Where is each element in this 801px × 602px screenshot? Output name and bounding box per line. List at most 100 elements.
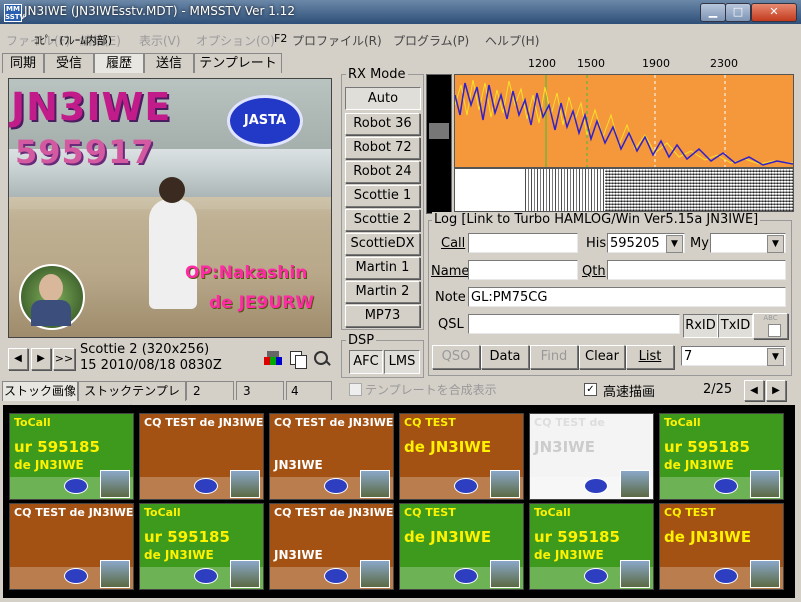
fast-draw-checkbox[interactable]: ✓ [584, 383, 597, 396]
copy-icon[interactable] [289, 350, 307, 369]
thumbnail-logo-icon [714, 478, 738, 494]
rx-mode-scottiedx-button[interactable]: ScottieDX [345, 233, 420, 255]
zoom-icon[interactable] [313, 350, 331, 368]
name-field[interactable] [468, 260, 578, 280]
his-field[interactable]: 595205 ▼ [607, 233, 685, 253]
spectrum-svg [455, 75, 793, 167]
lms-button[interactable]: LMS [384, 350, 420, 374]
tab-sync[interactable]: 同期 [2, 53, 44, 73]
next-image-button[interactable]: ▶ [31, 348, 51, 370]
thumbnail-line1: ToCall [664, 416, 701, 429]
menu-view[interactable]: 表示(V) [139, 32, 181, 49]
context-shortcut-key: F2 [274, 32, 288, 45]
rx-mode-robot36-button[interactable]: Robot 36 [345, 113, 420, 135]
thumbnail-logo-icon [64, 478, 88, 494]
tab-template[interactable]: テンプレート [194, 53, 282, 73]
thumbnail-line1: CQ TEST [404, 416, 456, 429]
thumbnail-line1: ToCall [534, 506, 571, 519]
rx-mode-auto-button[interactable]: Auto [345, 87, 421, 110]
thumbnail-line1: ToCall [14, 416, 51, 429]
stock-thumbnail[interactable]: CQ TEST de JN3IWE JN3IWE [269, 413, 394, 500]
stock-thumbnail[interactable]: CQ TEST de JN3IWE [399, 503, 524, 590]
freq-label-1200: 1200 [528, 57, 556, 70]
stock-thumbnail[interactable]: ToCall ur 595185 de JN3IWE [9, 413, 134, 500]
stock-thumbnail[interactable]: ToCall ur 595185 de JN3IWE [139, 503, 264, 590]
stock-thumbnail[interactable]: CQ TEST de JN3IWE [9, 503, 134, 590]
title-bar: MM SSTV JN3IWE (JN3IWEsstv.MDT) - MMSSTV … [0, 0, 801, 24]
spectrum-display[interactable] [454, 74, 794, 168]
log-label: Log [Link to Turbo HAMLOG/Win Ver5.15a J… [432, 212, 761, 227]
my-label: My [690, 236, 709, 251]
rx-mode-mp73-button[interactable]: MP73 [345, 305, 420, 327]
stock-thumbnail[interactable]: ToCall ur 595185 de JN3IWE [659, 413, 784, 500]
stock-thumbnail[interactable]: CQ TEST de JN3IWE [659, 503, 784, 590]
abc-button[interactable]: ABC [753, 313, 788, 339]
stock-thumbnail[interactable]: CQ TEST de JN3IWE JN3IWE [269, 503, 394, 590]
thumbnail-line3: JN3IWE [274, 548, 323, 562]
qth-field[interactable] [607, 260, 786, 280]
stock-thumbnail[interactable]: CQ TEST de JN3IWE [399, 413, 524, 500]
his-value: 595205 [610, 236, 660, 251]
composite-template-label: テンプレートを合成表示 [365, 383, 497, 397]
his-dropdown-arrow[interactable]: ▼ [666, 235, 683, 253]
color-palette-icon[interactable] [264, 351, 282, 367]
prev-image-button[interactable]: ◀ [8, 348, 28, 370]
composite-template-checkbox[interactable] [349, 383, 362, 396]
menu-profile[interactable]: プロファイル(R) [292, 32, 382, 49]
tab-stock-images[interactable]: ストック画像 [2, 381, 78, 401]
data-button[interactable]: Data [481, 345, 529, 369]
list-select[interactable]: 7 ▼ [681, 346, 786, 366]
find-button[interactable]: Find [530, 345, 578, 369]
thumbnail-line1: CQ TEST de JN3IWE [144, 416, 264, 429]
rxid-button[interactable]: RxID [683, 314, 718, 338]
menu-option[interactable]: オプション(O) [196, 32, 275, 49]
rx-mode-robot24-button[interactable]: Robot 24 [345, 161, 420, 183]
afc-button[interactable]: AFC [349, 350, 383, 374]
stock-thumbnail[interactable]: CQ TEST de JN3IWE [529, 413, 654, 500]
menu-program[interactable]: プログラム(P) [393, 32, 469, 49]
context-copy-frame-item[interactable]: ｺﾋﾟｰ (ﾌﾚｰﾑ内部) [34, 32, 112, 48]
qsl-field[interactable] [468, 314, 680, 334]
thumbnail-line3: de JN3IWE [534, 548, 604, 562]
rx-mode-scottie1-button[interactable]: Scottie 1 [345, 185, 420, 207]
clear-button[interactable]: Clear [579, 345, 625, 369]
freq-label-2300: 2300 [710, 57, 738, 70]
tab-stock-template-4[interactable]: 4 [286, 381, 332, 400]
tab-stock-template-2[interactable]: 2 [186, 381, 234, 400]
thumbnail-line1: CQ TEST [404, 506, 456, 519]
minimize-button[interactable]: ▁ [700, 3, 726, 22]
stock-thumbnail[interactable]: CQ TEST de JN3IWE [139, 413, 264, 500]
tab-receive[interactable]: 受信 [44, 53, 94, 73]
call-field[interactable] [468, 233, 578, 253]
tab-history[interactable]: 履歴 [94, 53, 144, 73]
tab-stock-template-1[interactable]: ストックテンプレート 1 [78, 381, 186, 417]
list-select-value: 7 [684, 349, 693, 364]
my-field[interactable]: ▼ [710, 233, 786, 253]
waterfall-display[interactable] [454, 168, 794, 212]
thumbnail-line2: ur 595185 [534, 528, 620, 546]
thumbnail-line2: de JN3IWE [404, 528, 492, 546]
menu-help[interactable]: ヘルプ(H) [485, 32, 539, 49]
received-image[interactable]: JN3IWE 595917 JASTA OP:Nakashin de JE9UR… [8, 78, 332, 338]
my-dropdown-arrow[interactable]: ▼ [767, 235, 784, 253]
rx-mode-martin2-button[interactable]: Martin 2 [345, 281, 420, 303]
maximize-button[interactable]: □ [725, 3, 751, 22]
last-image-button[interactable]: >> [53, 348, 75, 370]
rx-mode-scottie2-button[interactable]: Scottie 2 [345, 209, 420, 231]
list-button[interactable]: List [626, 345, 674, 369]
stock-prev-button[interactable]: ◀ [744, 380, 764, 401]
thumbnail-logo-icon [584, 478, 608, 494]
rx-mode-martin1-button[interactable]: Martin 1 [345, 257, 420, 279]
abc-icon [768, 324, 781, 337]
list-dropdown-arrow[interactable]: ▼ [767, 348, 784, 366]
thumbnail-line1: CQ TEST [664, 506, 716, 519]
tab-stock-template-3[interactable]: 3 [236, 381, 284, 400]
note-field[interactable]: GL:PM75CG [468, 287, 786, 307]
stock-thumbnail[interactable]: ToCall ur 595185 de JN3IWE [529, 503, 654, 590]
stock-next-button[interactable]: ▶ [766, 380, 786, 401]
rx-mode-robot72-button[interactable]: Robot 72 [345, 137, 420, 159]
qso-button[interactable]: QSO [432, 345, 480, 369]
tab-transmit[interactable]: 送信 [144, 53, 194, 73]
txid-button[interactable]: TxID [718, 314, 753, 338]
close-button[interactable]: ✕ [751, 3, 797, 22]
